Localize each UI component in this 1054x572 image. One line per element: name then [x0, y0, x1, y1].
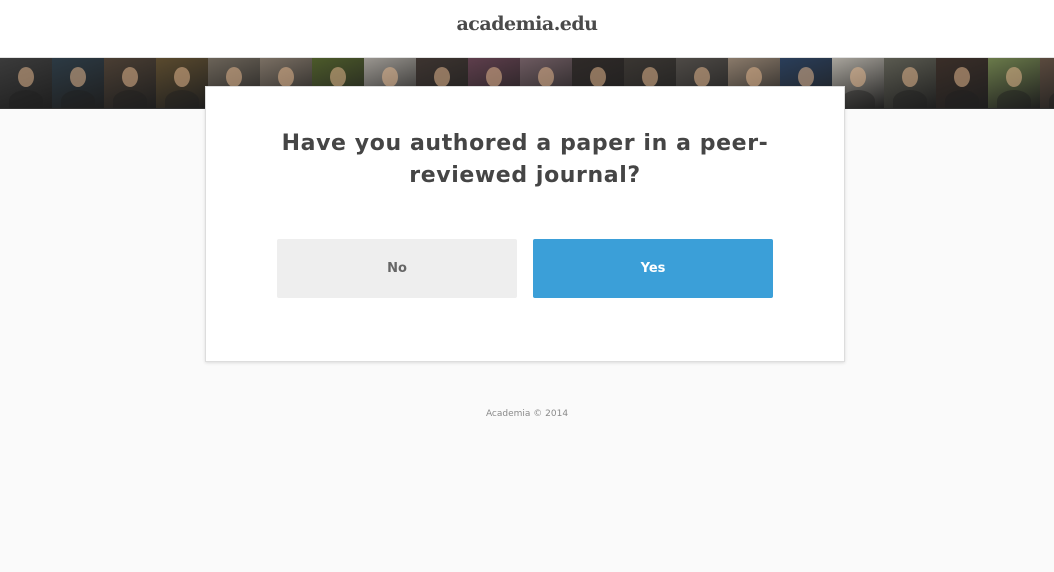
member-photo-body — [841, 90, 875, 108]
member-photo-face — [382, 67, 398, 87]
member-photo — [52, 58, 104, 108]
top-bar: academia.edu — [0, 0, 1054, 58]
member-photo-face — [642, 67, 658, 87]
member-photo — [0, 58, 52, 108]
yes-button[interactable]: Yes — [533, 239, 773, 298]
member-photo-face — [486, 67, 502, 87]
member-photo-body — [945, 90, 979, 108]
member-photo — [104, 58, 156, 108]
member-photo-face — [902, 67, 918, 87]
member-photo-face — [746, 67, 762, 87]
member-photo-body — [113, 90, 147, 108]
member-photo-body — [165, 90, 199, 108]
member-photo-body — [9, 90, 43, 108]
member-photo-body — [893, 90, 927, 108]
member-photo-face — [538, 67, 554, 87]
question-dialog: Have you authored a paper in a peer-revi… — [205, 86, 845, 362]
member-photo-body — [997, 90, 1031, 108]
member-photo — [156, 58, 208, 108]
member-photo — [936, 58, 988, 108]
member-photo-face — [18, 67, 34, 87]
member-photo-face — [590, 67, 606, 87]
member-photo-face — [226, 67, 242, 87]
member-photo-face — [798, 67, 814, 87]
member-photo-face — [1006, 67, 1022, 87]
member-photo-face — [434, 67, 450, 87]
member-photo-body — [61, 90, 95, 108]
footer-copyright: Academia © 2014 — [485, 409, 569, 419]
member-photo — [884, 58, 936, 108]
member-photo-face — [174, 67, 190, 87]
member-photo — [1040, 58, 1054, 108]
member-photo-face — [278, 67, 294, 87]
member-photo-face — [70, 67, 86, 87]
member-photo-face — [122, 67, 138, 87]
member-photo-face — [954, 67, 970, 87]
member-photo-body — [1049, 90, 1054, 108]
member-photo-face — [694, 67, 710, 87]
question-heading: Have you authored a paper in a peer-revi… — [281, 131, 769, 188]
member-photo-face — [850, 67, 866, 87]
no-button[interactable]: No — [277, 239, 517, 298]
member-photo-face — [330, 67, 346, 87]
academia-logo[interactable]: academia.edu — [0, 13, 1054, 35]
member-photo — [988, 58, 1040, 108]
